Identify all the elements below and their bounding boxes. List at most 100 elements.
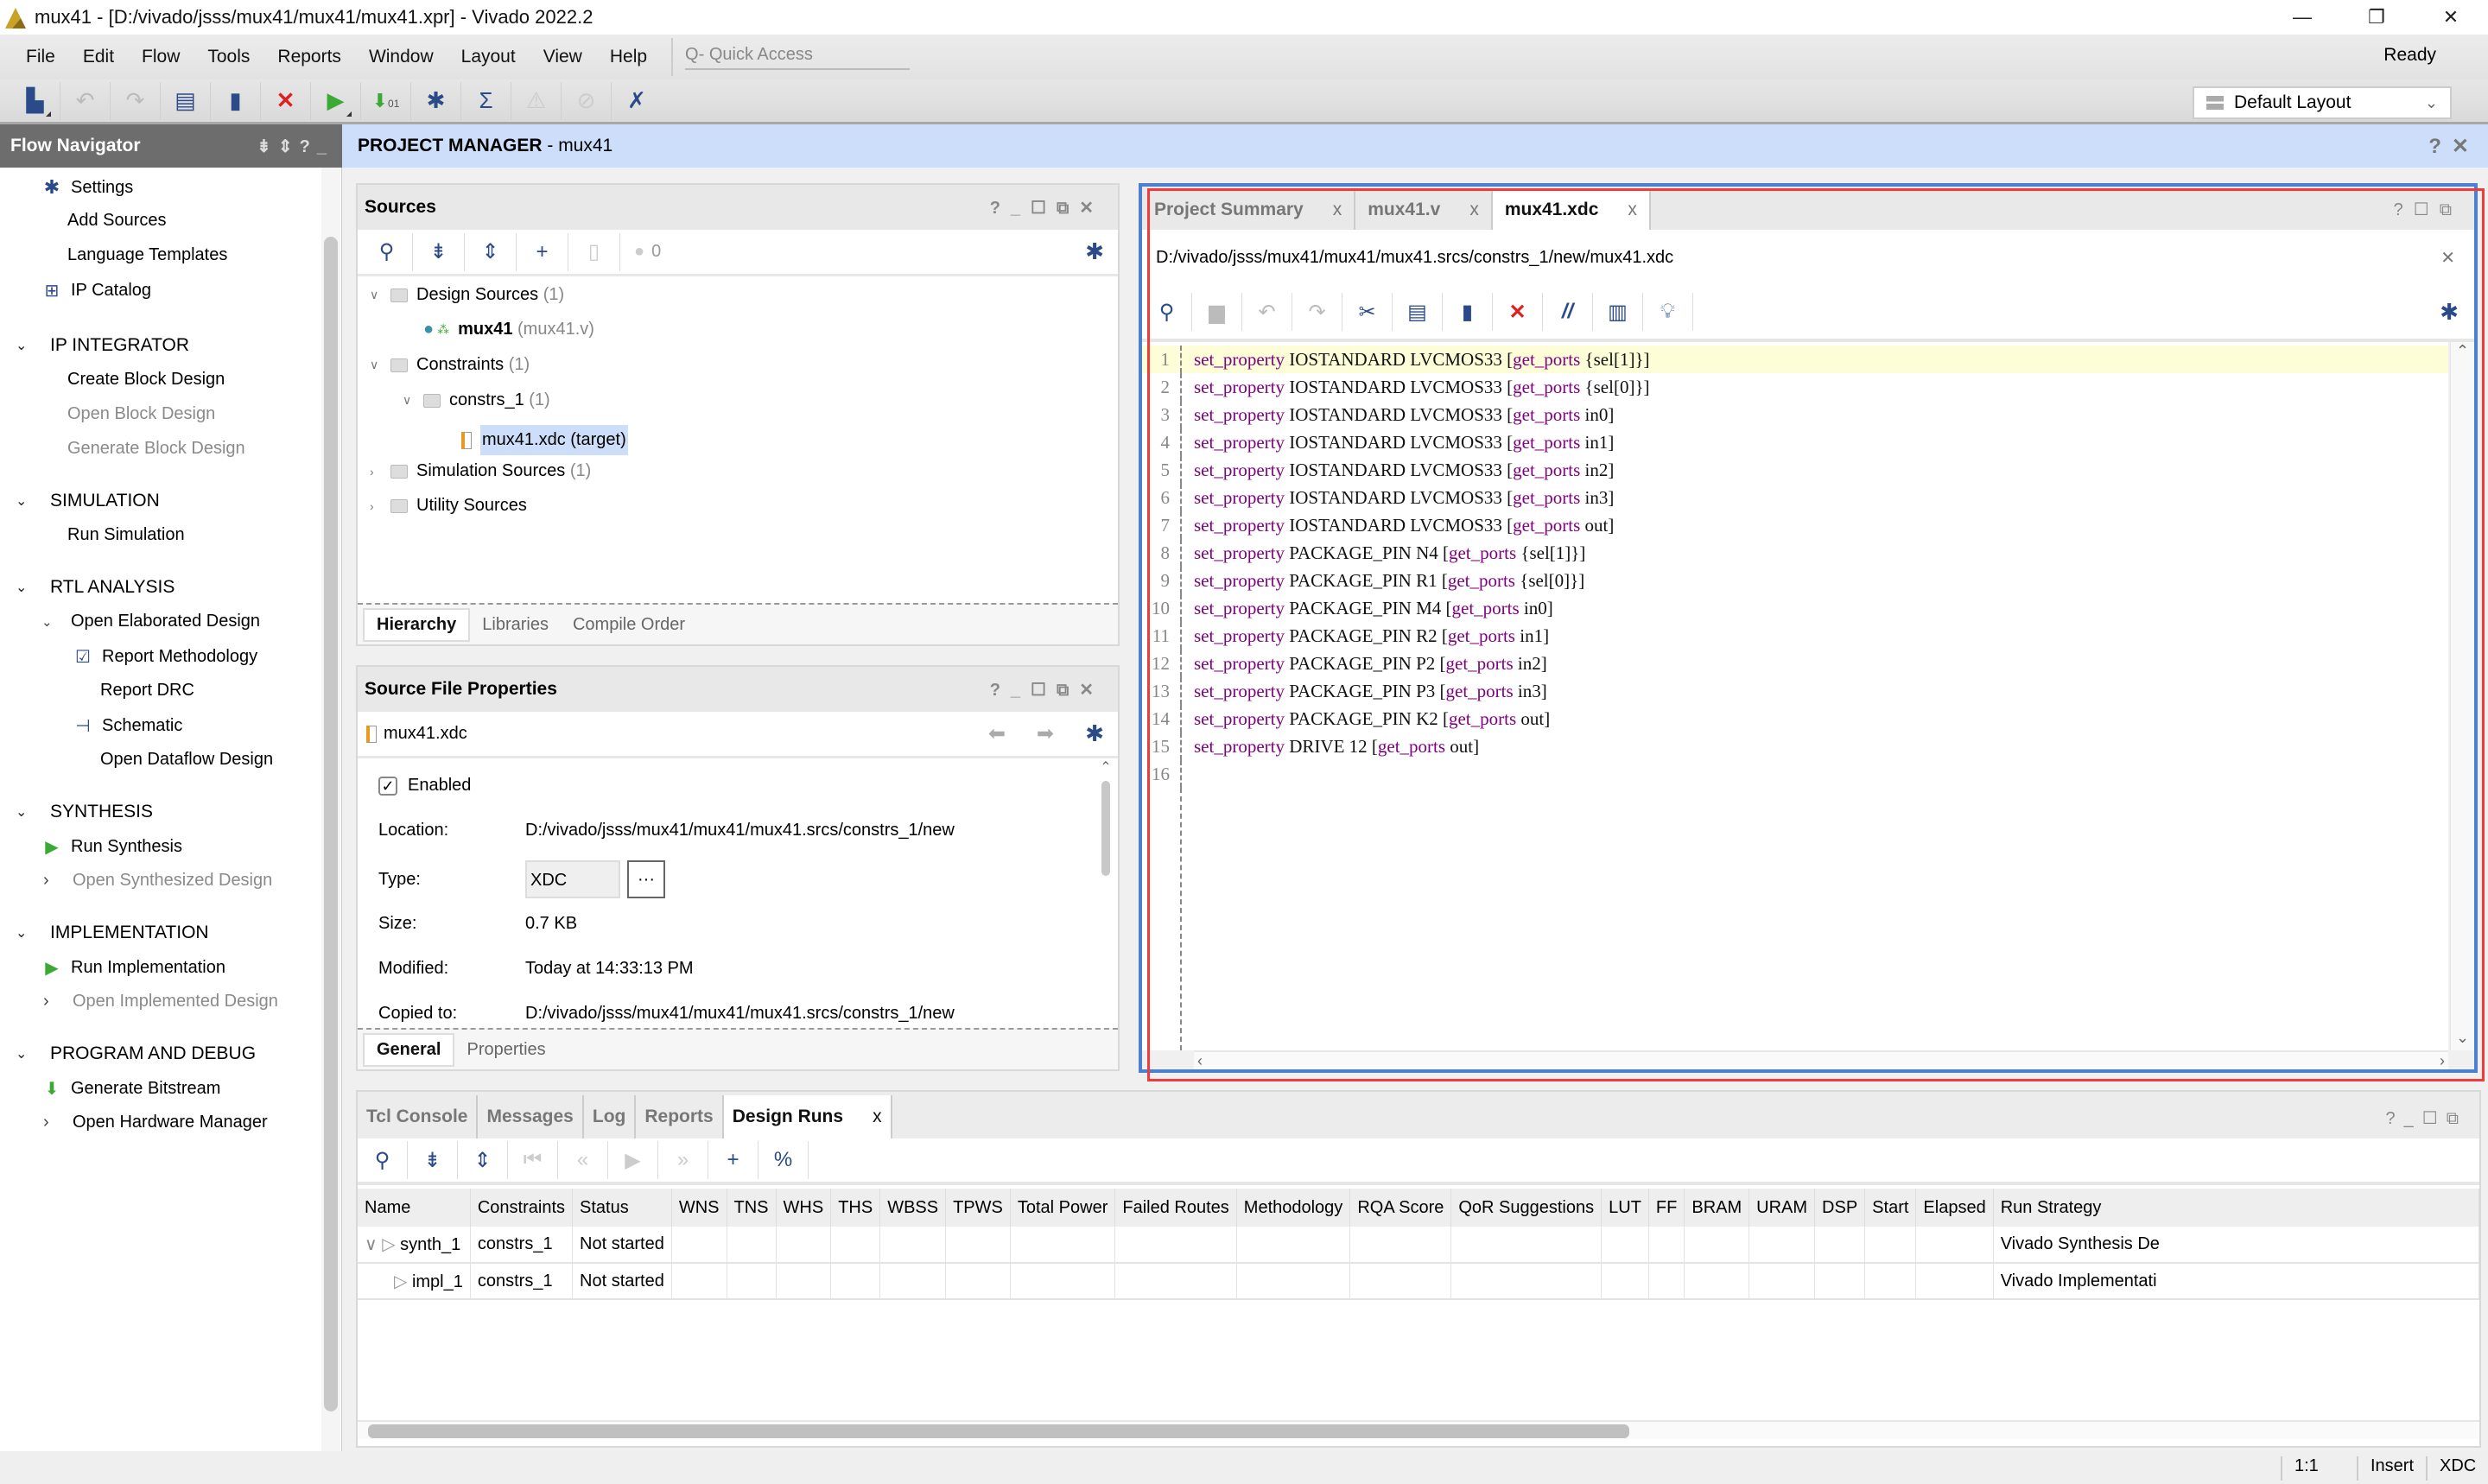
copy-button[interactable]: ▤ [161, 81, 211, 120]
tab-hierarchy[interactable]: Hierarchy [363, 607, 471, 642]
type-field[interactable]: XDC [525, 860, 620, 898]
code-line[interactable]: 3 set_property IOSTANDARD LVCMOS33 [get_p… [1142, 401, 2448, 428]
project-manager-controls[interactable]: ?✕ [2428, 134, 2479, 159]
paste-button[interactable]: ▮ [1443, 293, 1493, 331]
paste-button[interactable]: ▮ [211, 81, 261, 120]
column-header[interactable]: Name [358, 1189, 471, 1227]
tree-mux41[interactable]: ● ⁂ mux41 (mux41.v) [423, 320, 594, 339]
fn-open-block-design[interactable]: Open Block Design [67, 404, 215, 424]
close-window-button[interactable]: ✕ [2414, 0, 2488, 35]
column-header[interactable]: THS [830, 1189, 881, 1227]
fn-open-implemented-design[interactable]: › Open Implemented Design [43, 992, 278, 1012]
close-tab-icon[interactable]: x [873, 1107, 882, 1127]
close-tab-icon[interactable]: x [1469, 200, 1479, 220]
tab-tcl-console[interactable]: Tcl Console [358, 1095, 479, 1138]
collapse-all-button[interactable]: ⇟ [413, 232, 465, 271]
collapse-all-button[interactable]: ⇟ [408, 1141, 458, 1179]
disabled-tool-button[interactable]: ⚠ [511, 81, 562, 120]
forward-arrow-icon[interactable]: ➡ [1037, 721, 1054, 746]
tab-project-summary[interactable]: Project Summary x [1142, 190, 1356, 230]
comment-button[interactable]: // [1543, 293, 1593, 331]
menu-window[interactable]: Window [355, 47, 447, 67]
generate-bitstream-button[interactable]: ⬇01 [361, 81, 411, 120]
editor-horizontal-scrollbar[interactable]: ‹ › [1194, 1050, 2448, 1069]
gear-icon[interactable]: ✱ [2440, 299, 2459, 326]
code-area[interactable]: 1 set_property IOSTANDARD LVCMOS33 [get_p… [1142, 342, 2448, 1050]
column-header[interactable]: Start [1864, 1189, 1917, 1227]
tree-mux41-xdc[interactable]: mux41.xdc (target) [461, 425, 628, 455]
fn-report-drc[interactable]: Report DRC [100, 681, 194, 701]
column-header[interactable]: QoR Suggestions [1450, 1189, 1603, 1227]
menu-tools[interactable]: Tools [194, 47, 263, 67]
tree-design-sources[interactable]: ∨ Design Sources (1) [370, 285, 564, 305]
disabled-tool-button-2[interactable]: ⊘ [562, 81, 612, 120]
chevron-down-icon[interactable]: ⌄ [2451, 1029, 2474, 1047]
column-header[interactable]: TPWS [945, 1189, 1011, 1227]
column-header[interactable]: LUT [1601, 1189, 1649, 1227]
table-row[interactable]: ∨ ▷ synth_1 constrs_1 Not started Vivado Sy… [358, 1227, 2480, 1264]
back-arrow-icon[interactable]: ⬅ [988, 721, 1006, 746]
code-line[interactable]: 6 set_property IOSTANDARD LVCMOS33 [get_p… [1142, 484, 2448, 511]
expand-all-button[interactable]: ⇕ [465, 232, 517, 271]
layout-selector[interactable]: Default Layout ⌄ [2193, 86, 2452, 119]
code-line[interactable]: 11 set_property PACKAGE_PIN R2 [get_ports… [1142, 622, 2448, 650]
column-header[interactable]: Total Power [1010, 1189, 1116, 1227]
scrollbar-thumb[interactable] [324, 237, 338, 1411]
code-line[interactable]: 7 set_property IOSTANDARD LVCMOS33 [get_p… [1142, 511, 2448, 539]
column-header[interactable]: Elapsed [1915, 1189, 1994, 1227]
fn-open-dataflow-design[interactable]: Open Dataflow Design [100, 750, 273, 770]
flow-navigator-scrollbar[interactable] [321, 168, 340, 1455]
panel-controls[interactable]: ?_☐⧉ [2386, 1107, 2467, 1129]
column-header[interactable]: Run Strategy [1993, 1189, 2480, 1227]
menu-help[interactable]: Help [596, 47, 661, 67]
menu-layout[interactable]: Layout [447, 47, 530, 67]
fn-schematic[interactable]: ⊣ Schematic [69, 715, 182, 737]
menu-view[interactable]: View [530, 47, 596, 67]
fn-section-synthesis[interactable]: ⌄ SYNTHESIS [16, 802, 153, 822]
column-header[interactable]: FF [1648, 1189, 1685, 1227]
enabled-checkbox[interactable]: ✓ [378, 776, 397, 796]
first-button[interactable]: ⏮ [508, 1141, 558, 1179]
code-line[interactable]: 4 set_property IOSTANDARD LVCMOS33 [get_p… [1142, 428, 2448, 456]
fn-settings[interactable]: ✱ Settings [38, 176, 133, 199]
tree-constraints[interactable]: ∨ Constraints (1) [370, 355, 530, 375]
hint-button[interactable]: 💡︎ [1643, 293, 1693, 331]
menu-flow[interactable]: Flow [128, 47, 194, 67]
column-header[interactable]: TNS [727, 1189, 777, 1227]
run-button[interactable]: ▶ [311, 81, 361, 120]
search-button[interactable]: ⚲ [361, 232, 413, 271]
column-mode-button[interactable]: ▥ [1593, 293, 1643, 331]
tab-reports[interactable]: Reports [636, 1095, 724, 1138]
design-runs-horizontal-scrollbar[interactable] [358, 1420, 2479, 1439]
column-header[interactable]: Failed Routes [1114, 1189, 1237, 1227]
gear-icon[interactable]: ✱ [1085, 720, 1104, 747]
chevron-left-icon[interactable]: ‹ [1197, 1052, 1203, 1070]
fn-language-templates[interactable]: Language Templates [67, 245, 227, 265]
code-line[interactable]: 13 set_property PACKAGE_PIN P3 [get_ports… [1142, 677, 2448, 705]
undo-button[interactable]: ↶ [1242, 293, 1292, 331]
panel-controls[interactable]: ?☐⧉ [2394, 199, 2462, 220]
delete-button[interactable]: ✕ [261, 81, 311, 120]
fn-generate-block-design[interactable]: Generate Block Design [67, 439, 245, 459]
tab-design-runs[interactable]: Design Runs x [723, 1095, 892, 1138]
code-line[interactable]: 14 set_property PACKAGE_PIN K2 [get_ports… [1142, 705, 2448, 732]
close-tab-icon[interactable]: x [1628, 200, 1637, 220]
percent-button[interactable]: % [758, 1141, 809, 1179]
column-header[interactable]: Status [572, 1189, 672, 1227]
quick-access-input[interactable]: Q- Quick Access [685, 45, 911, 70]
unknown-file-button[interactable]: ▯ [568, 232, 620, 271]
code-line[interactable]: 1 set_property IOSTANDARD LVCMOS33 [get_p… [1142, 346, 2448, 373]
panel-controls[interactable]: ?_☐⧉✕ [990, 197, 1104, 219]
menu-edit[interactable]: Edit [69, 47, 128, 67]
editor-vertical-scrollbar[interactable]: ⌃ ⌄ [2450, 342, 2474, 1050]
search-button[interactable]: ⚲ [358, 1141, 408, 1179]
create-run-button[interactable]: + [708, 1141, 758, 1179]
fn-open-hardware-manager[interactable]: › Open Hardware Manager [43, 1113, 268, 1132]
fn-ip-catalog[interactable]: ⊞ IP Catalog [38, 280, 151, 301]
fn-report-methodology[interactable]: ☑ Report Methodology [69, 646, 257, 668]
minimize-button[interactable]: — [2265, 0, 2339, 35]
fn-section-implementation[interactable]: ⌄ IMPLEMENTATION [16, 923, 209, 943]
column-header[interactable]: WBSS [879, 1189, 947, 1227]
tab-mux41-v[interactable]: mux41.v x [1355, 190, 1493, 230]
scrollbar-thumb[interactable] [368, 1424, 1629, 1438]
